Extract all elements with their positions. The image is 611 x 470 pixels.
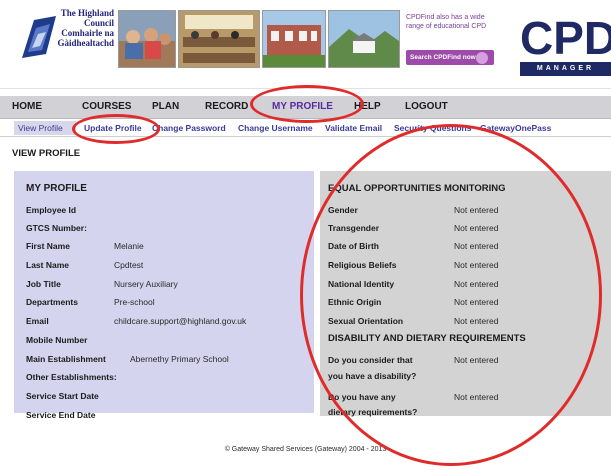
- field-value: childcare.support@highland.gov.uk: [114, 316, 247, 326]
- footer-copyright: © Gateway Shared Services (Gateway) 2004…: [224, 446, 387, 453]
- cpd-logo-subtitle: MANAGER: [520, 62, 611, 76]
- my-profile-panel: MY PROFILE Employee Id GTCS Number: Firs…: [14, 171, 314, 420]
- nav-home[interactable]: HOME: [12, 96, 42, 118]
- field-label: Employee Id: [26, 205, 77, 215]
- field-value: Abernethy Primary School: [130, 354, 229, 364]
- classroom-photo-1: [118, 10, 176, 68]
- tab-change-password[interactable]: Change Password: [152, 120, 226, 136]
- tab-update-profile[interactable]: Update Profile: [84, 120, 142, 136]
- field-label: Do you consider that: [328, 355, 413, 365]
- tab-security-questions[interactable]: Security Questions: [394, 120, 471, 136]
- council-name-line: Comhairle na: [61, 28, 114, 38]
- field-label: Do you have any: [328, 392, 396, 402]
- field-value: Not entered: [454, 297, 499, 307]
- field-value: Pre-school: [114, 297, 155, 307]
- nav-plan[interactable]: PLAN: [152, 96, 179, 118]
- equal-opportunities-heading: EQUAL OPPORTUNITIES MONITORING: [328, 183, 506, 194]
- nav-my-profile[interactable]: MY PROFILE: [272, 96, 333, 118]
- school-building-photo: [262, 10, 326, 68]
- field-value: Not entered: [454, 279, 499, 289]
- field-value: Not entered: [454, 205, 499, 215]
- field-value: Not entered: [454, 241, 499, 251]
- promo-text: range of educational CPD: [406, 23, 487, 30]
- header-banner: The Highland Council Comhairle na Gàidhe…: [0, 0, 611, 89]
- nav-courses[interactable]: COURSES: [82, 96, 131, 118]
- field-value: Not entered: [454, 392, 499, 402]
- field-value: Nursery Auxiliary: [114, 279, 178, 289]
- field-value: Not entered: [454, 223, 499, 233]
- equal-opportunities-panel: EQUAL OPPORTUNITIES MONITORING Gender No…: [320, 171, 611, 417]
- field-value: Not entered: [454, 316, 499, 326]
- field-label: Main Establishment: [26, 354, 106, 364]
- field-value: Not entered: [454, 260, 499, 270]
- field-label: First Name: [26, 241, 70, 251]
- field-label: Last Name: [26, 260, 69, 270]
- field-label: Transgender: [328, 223, 380, 233]
- my-profile-heading: MY PROFILE: [26, 183, 87, 194]
- field-label: Mobile Number: [26, 335, 88, 345]
- field-value: Not entered: [454, 355, 499, 365]
- landscape-photo: [328, 10, 400, 68]
- field-label: Service Start Date: [26, 391, 99, 401]
- profile-sub-nav: View Profile Update Profile Change Passw…: [0, 120, 611, 137]
- promo-text: CPDFind also has a wide: [406, 14, 485, 21]
- council-name-line: Gàidhealtachd: [57, 38, 114, 48]
- field-label: Service End Date: [26, 410, 96, 420]
- nav-logout[interactable]: LOGOUT: [405, 96, 448, 118]
- field-label: Religious Beliefs: [328, 260, 397, 270]
- field-value: Cpdtest: [114, 260, 144, 270]
- cpd-logo-text: CPD: [520, 12, 611, 64]
- field-label: GTCS Number:: [26, 223, 87, 233]
- tab-view-profile[interactable]: View Profile: [18, 120, 63, 136]
- cpdfind-promo: CPDFind also has a wide range of educati…: [406, 14, 508, 68]
- field-label: dietary requirements?: [328, 407, 418, 417]
- council-name-line: The Highland: [60, 8, 114, 18]
- tab-validate-email[interactable]: Validate Email: [325, 120, 382, 136]
- field-label: Departments: [26, 297, 78, 307]
- nav-help[interactable]: HELP: [354, 96, 381, 118]
- tab-gateway-onepass[interactable]: GatewayOnePass: [480, 120, 551, 136]
- field-label: Job Title: [26, 279, 61, 289]
- field-value: Melanie: [114, 241, 144, 251]
- page-title: VIEW PROFILE: [12, 148, 81, 159]
- classroom-photo-2: [178, 10, 260, 68]
- field-label: Ethnic Origin: [328, 297, 382, 307]
- cpdfind-badge-icon: [476, 52, 488, 64]
- field-label: you have a disability?: [328, 371, 417, 381]
- tab-change-username[interactable]: Change Username: [238, 120, 313, 136]
- nav-record[interactable]: RECORD: [205, 96, 248, 118]
- field-label: Date of Birth: [328, 241, 379, 251]
- field-label: Gender: [328, 205, 358, 215]
- highland-council-logo-icon: [22, 16, 56, 58]
- field-label: Email: [26, 316, 49, 326]
- disability-heading: DISABILITY AND DIETARY REQUIREMENTS: [328, 333, 526, 344]
- council-name-line: Council: [83, 18, 114, 28]
- field-label: Other Establishments:: [26, 372, 117, 382]
- field-label: Sexual Orientation: [328, 316, 404, 326]
- main-nav: HOME COURSES PLAN RECORD MY PROFILE HELP…: [0, 96, 611, 119]
- field-label: National Identity: [328, 279, 395, 289]
